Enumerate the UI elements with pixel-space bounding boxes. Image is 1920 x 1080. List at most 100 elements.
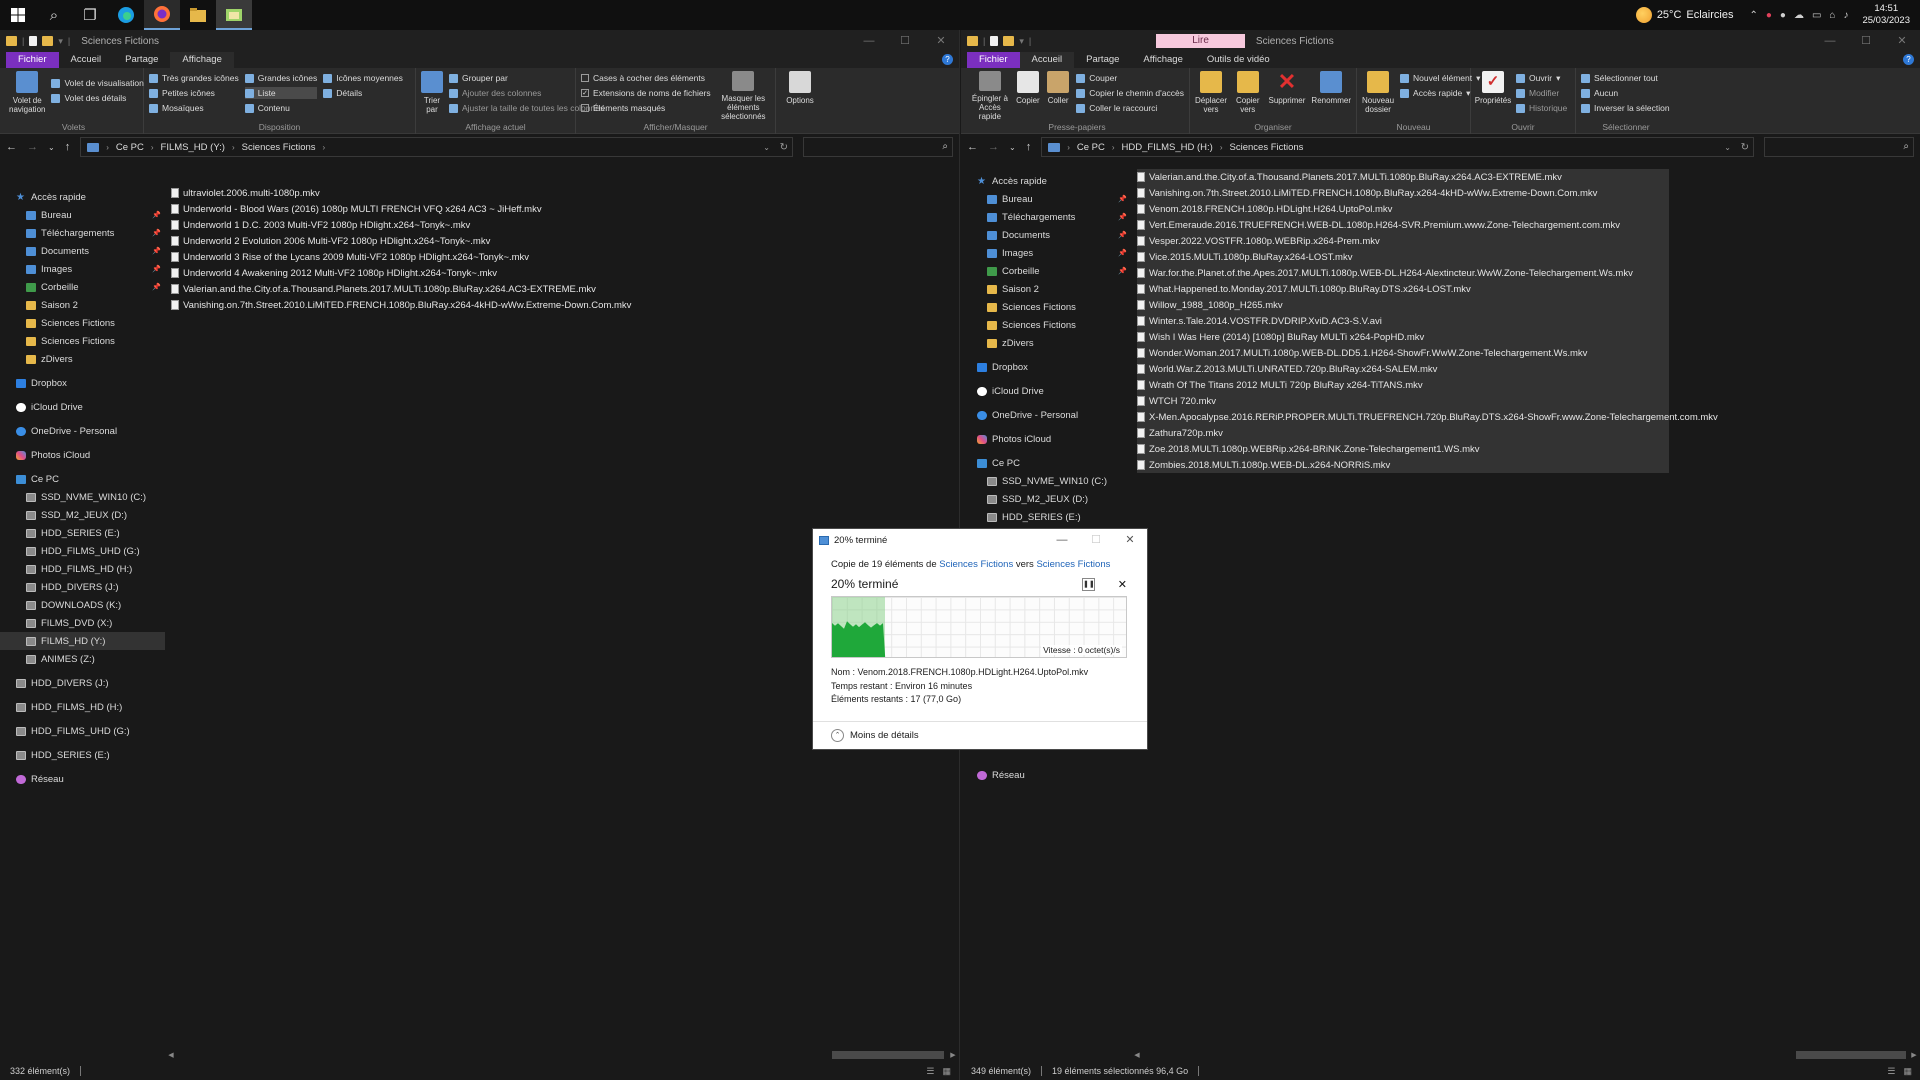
tab-outils-video[interactable]: Outils de vidéo	[1195, 52, 1282, 68]
file-item[interactable]: X-Men.Apocalypse.2016.RERiP.PROPER.MULTi…	[1137, 409, 1718, 425]
nav-item-hdd-films-uhd-g[interactable]: HDD_FILMS_UHD (G:)	[0, 542, 165, 560]
item-checkboxes-toggle[interactable]: Cases à cocher des éléments	[581, 72, 711, 84]
move-to-button[interactable]: Déplacer vers	[1195, 71, 1227, 121]
pin-icon[interactable]: 📌	[1118, 249, 1127, 257]
search-input[interactable]: ⌕	[1764, 137, 1914, 157]
file-item[interactable]: Underworld 1 D.C. 2003 Multi-VF2 1080p H…	[171, 217, 959, 233]
nav-item-acc-s-rapide[interactable]: ★ Accès rapide	[961, 172, 1131, 190]
nav-item-onedrive-personal[interactable]: OneDrive - Personal	[961, 406, 1131, 424]
dialog-titlebar[interactable]: 20% terminé — ☐ ✕	[813, 529, 1147, 551]
file-item[interactable]: Wrath Of The Titans 2012 MULTi 720p BluR…	[1137, 377, 1669, 393]
nav-item-ssd-nvme-win10-c[interactable]: SSD_NVME_WIN10 (C:)	[961, 472, 1131, 490]
nav-item-ssd-nvme-win10-c[interactable]: SSD_NVME_WIN10 (C:)	[0, 488, 165, 506]
nav-item-films-hd-y[interactable]: FILMS_HD (Y:)	[0, 632, 165, 650]
layout-details[interactable]: Détails	[323, 87, 403, 99]
open-button[interactable]: Ouvrir ▾	[1516, 72, 1567, 84]
breadcrumb-ce-pc[interactable]: Ce PC	[116, 142, 144, 153]
copy-to-button[interactable]: Copier vers	[1233, 71, 1263, 121]
select-all-button[interactable]: Sélectionner tout	[1581, 72, 1670, 84]
nav-item-ssd-m2-jeux-d[interactable]: SSD_M2_JEUX (D:)	[0, 506, 165, 524]
nav-item-icloud-drive[interactable]: iCloud Drive	[0, 398, 165, 416]
help-icon[interactable]: ?	[1903, 54, 1914, 65]
nav-item-hdd-series-e[interactable]: HDD_SERIES (E:)	[0, 524, 165, 542]
file-item[interactable]: Underworld 3 Rise of the Lycans 2009 Mul…	[171, 249, 959, 265]
layout-large-icons[interactable]: Grandes icônes	[244, 72, 317, 84]
explorer-active-taskbar-button[interactable]	[216, 0, 252, 30]
nav-item-hdd-films-hd-h[interactable]: HDD_FILMS_HD (H:)	[0, 560, 165, 578]
address-bar[interactable]: › Ce PC › HDD_FILMS_HD (H:) › Sciences F…	[1041, 137, 1754, 157]
new-folder-button[interactable]: Nouveau dossier	[1362, 71, 1394, 121]
copy-path-button[interactable]: Copier le chemin d'accès	[1076, 87, 1184, 99]
nav-item-images[interactable]: Images 📌	[961, 244, 1131, 262]
minimize-button[interactable]: —	[1812, 30, 1848, 52]
file-item[interactable]: Zoe.2018.MULTi.1080p.WEBRip.x264-BRiNK.Z…	[1137, 441, 1669, 457]
properties-button[interactable]: ✓ Propriétés	[1475, 71, 1511, 121]
context-tab-lire[interactable]: Lire	[1156, 34, 1245, 48]
file-item[interactable]: Underworld 4 Awakening 2012 Multi-VF2 10…	[171, 265, 959, 281]
nav-item-films-dvd-x[interactable]: FILMS_DVD (X:)	[0, 614, 165, 632]
less-details-button[interactable]: ⌃ Moins de détails	[813, 721, 1147, 749]
refresh-icon[interactable]: ↻	[780, 142, 788, 153]
select-none-button[interactable]: Aucun	[1581, 87, 1670, 99]
paste-shortcut-button[interactable]: Coller le raccourci	[1076, 102, 1184, 114]
nav-item-hdd-divers-j[interactable]: HDD_DIVERS (J:)	[0, 674, 165, 692]
new-folder-icon[interactable]	[42, 36, 54, 46]
chevron-up-icon[interactable]: ⌃	[1749, 10, 1757, 21]
nav-item-documents[interactable]: Documents 📌	[961, 226, 1131, 244]
breadcrumb-drive[interactable]: HDD_FILMS_HD (H:)	[1122, 142, 1213, 153]
nav-item-zdivers[interactable]: zDivers	[0, 350, 165, 368]
nav-item-dropbox[interactable]: Dropbox	[0, 374, 165, 392]
breadcrumb-folder[interactable]: Sciences Fictions	[242, 142, 316, 153]
properties-icon[interactable]	[990, 36, 999, 46]
nav-item-bureau[interactable]: Bureau 📌	[961, 190, 1131, 208]
nav-item-downloads-k[interactable]: DOWNLOADS (K:)	[0, 596, 165, 614]
nav-item-hdd-films-hd-h[interactable]: HDD_FILMS_HD (H:)	[0, 698, 165, 716]
firefox-taskbar-button[interactable]	[144, 0, 180, 30]
details-view-icon[interactable]: ☰	[926, 1066, 934, 1077]
address-dropdown-icon[interactable]: ⌄	[763, 143, 770, 152]
file-extensions-toggle[interactable]: ✓ Extensions de noms de fichiers	[581, 87, 711, 99]
file-list[interactable]: Valerian.and.the.City.of.a.Thousand.Plan…	[1131, 166, 1920, 1062]
horizontal-scrollbar[interactable]: ◀ ▶	[165, 1048, 959, 1062]
new-item-button[interactable]: Nouvel élément ▾	[1400, 72, 1480, 84]
pin-icon[interactable]: 📌	[152, 283, 161, 291]
nav-item-sciences-fictions[interactable]: Sciences Fictions	[961, 298, 1131, 316]
tab-partage[interactable]: Partage	[113, 52, 170, 68]
back-button[interactable]: ←	[967, 141, 978, 153]
file-item[interactable]: Willow_1988_1080p_H265.mkv	[1137, 297, 1669, 313]
maximize-button[interactable]: ☐	[1848, 30, 1884, 52]
file-item[interactable]: Zathura720p.mkv	[1137, 425, 1669, 441]
details-pane-button[interactable]: Volet des détails	[51, 92, 143, 104]
search-button[interactable]: ⌕	[36, 0, 72, 30]
pause-button[interactable]: ❚❚	[1082, 577, 1095, 591]
tab-partage[interactable]: Partage	[1074, 52, 1131, 68]
hide-selected-button[interactable]: Masquer les éléments sélectionnés	[717, 71, 770, 121]
address-bar[interactable]: › Ce PC › FILMS_HD (Y:) › Sciences Ficti…	[80, 137, 793, 157]
nav-item-dropbox[interactable]: Dropbox	[961, 358, 1131, 376]
edit-button[interactable]: Modifier	[1516, 87, 1567, 99]
network-icon[interactable]: ⌂	[1829, 10, 1835, 21]
tray-steam-icon[interactable]: ●	[1780, 10, 1786, 21]
nav-item-hdd-divers-j[interactable]: HDD_DIVERS (J:)	[0, 578, 165, 596]
nav-item-acc-s-rapide[interactable]: ★ Accès rapide	[0, 188, 165, 206]
file-item[interactable]: Vice.2015.MULTi.1080p.BluRay.x264-LOST.m…	[1137, 249, 1669, 265]
address-dropdown-icon[interactable]: ⌄	[1724, 143, 1731, 152]
file-item[interactable]: Vert.Emeraude.2016.TRUEFRENCH.WEB-DL.108…	[1137, 217, 1669, 233]
pin-quick-access-button[interactable]: Épingler à Accès rapide	[970, 71, 1010, 121]
file-item[interactable]: Venom.2018.FRENCH.1080p.HDLight.H264.Upt…	[1137, 201, 1669, 217]
pin-icon[interactable]: 📌	[152, 247, 161, 255]
file-item[interactable]: Valerian.and.the.City.of.a.Thousand.Plan…	[171, 281, 959, 297]
nav-item-bureau[interactable]: Bureau 📌	[0, 206, 165, 224]
tiles-view-icon[interactable]: ▦	[942, 1066, 951, 1077]
layout-medium-icons[interactable]: Icônes moyennes	[323, 72, 403, 84]
scroll-left-icon[interactable]: ◀	[1131, 1051, 1143, 1059]
nav-item-zdivers[interactable]: zDivers	[961, 334, 1131, 352]
up-button[interactable]: ↑	[65, 141, 71, 153]
back-button[interactable]: ←	[6, 141, 17, 153]
tab-affichage[interactable]: Affichage	[170, 52, 234, 68]
layout-list[interactable]: Liste	[244, 87, 318, 99]
new-folder-icon[interactable]	[1003, 36, 1015, 46]
sort-by-button[interactable]: Trier par	[421, 71, 443, 121]
tab-accueil[interactable]: Accueil	[1019, 52, 1075, 68]
paste-button[interactable]: Coller	[1046, 71, 1070, 121]
